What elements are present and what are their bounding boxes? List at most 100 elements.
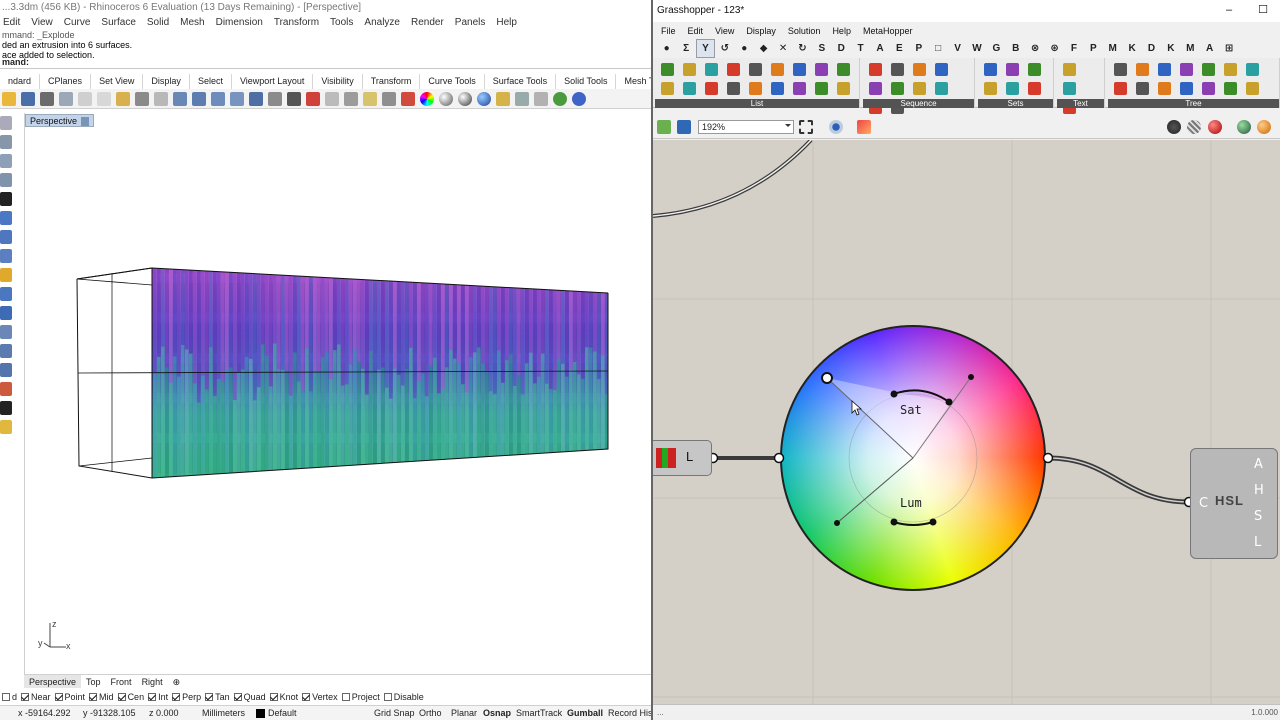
split-tool-icon[interactable] xyxy=(0,344,12,358)
toolbar-tab[interactable]: CPlanes xyxy=(40,74,92,89)
menu-transform[interactable]: Transform xyxy=(274,15,319,30)
render-sphere-icon[interactable] xyxy=(458,91,472,106)
menu-help[interactable]: Help xyxy=(496,15,517,30)
shaded-preview-icon[interactable] xyxy=(1208,120,1222,134)
osnap-checkbox[interactable] xyxy=(383,693,392,701)
component-icon[interactable] xyxy=(1006,82,1019,95)
gh-canvas[interactable]: Sat Lum L C HSL A H S L xyxy=(653,140,1280,704)
category-tab[interactable]: ◆ xyxy=(754,40,773,57)
menu-tools[interactable]: Tools xyxy=(330,15,353,30)
component-icon[interactable] xyxy=(1246,82,1259,95)
osnap-checkbox[interactable] xyxy=(172,693,181,701)
toolbar-tab[interactable]: Mesh Tools xyxy=(616,74,651,89)
component-icon[interactable] xyxy=(683,63,696,76)
toolbar-tab[interactable]: Visibility xyxy=(313,74,363,89)
category-tab[interactable]: D xyxy=(1142,40,1161,57)
component-icon[interactable] xyxy=(869,63,882,76)
menu-view[interactable]: View xyxy=(31,15,53,30)
pan-icon[interactable] xyxy=(154,91,168,106)
select-icon[interactable] xyxy=(534,91,548,106)
bulb-icon[interactable] xyxy=(363,91,377,106)
component-icon[interactable] xyxy=(705,63,718,76)
copy-icon[interactable] xyxy=(97,91,111,106)
viewport-layout-icon[interactable] xyxy=(287,91,301,106)
osnap-option[interactable]: Int xyxy=(148,691,168,704)
toolbar-tab[interactable]: Solid Tools xyxy=(556,74,617,89)
wheel-output-grip[interactable] xyxy=(1042,452,1054,464)
layer-swatch[interactable] xyxy=(256,709,265,718)
osnap-option[interactable]: d xyxy=(2,691,17,704)
grid-icon[interactable] xyxy=(344,91,358,106)
component-icon[interactable] xyxy=(1028,63,1041,76)
category-tab[interactable]: B xyxy=(1006,40,1025,57)
shaded-icon[interactable] xyxy=(401,91,415,106)
perspective-viewport[interactable] xyxy=(24,113,651,675)
component-icon[interactable] xyxy=(1006,63,1019,76)
panel-label[interactable]: Text xyxy=(1057,99,1104,108)
gh-menu-view[interactable]: View xyxy=(715,23,734,39)
osnap-checkbox[interactable] xyxy=(269,693,278,701)
component-icon[interactable] xyxy=(1158,82,1171,95)
component-icon[interactable] xyxy=(727,63,740,76)
trim-tool-icon[interactable] xyxy=(0,325,12,339)
gh-menu-solution[interactable]: Solution xyxy=(788,23,821,39)
component-icon[interactable] xyxy=(771,82,784,95)
print-icon[interactable] xyxy=(40,91,54,106)
circle-icon[interactable] xyxy=(0,154,12,168)
panel-label[interactable]: Sets xyxy=(978,99,1053,108)
component-icon[interactable] xyxy=(771,63,784,76)
component-icon[interactable] xyxy=(749,63,762,76)
gh-menu-display[interactable]: Display xyxy=(746,23,776,39)
dimension-tool-icon[interactable] xyxy=(0,382,12,396)
osnap-checkbox[interactable] xyxy=(302,693,311,701)
light-icon[interactable] xyxy=(325,91,339,106)
category-tab[interactable]: M xyxy=(1181,40,1200,57)
zoom-window-icon[interactable] xyxy=(211,91,225,106)
component-icon[interactable] xyxy=(837,63,850,76)
surface-tool-icon[interactable] xyxy=(0,268,12,282)
category-tab[interactable]: Σ xyxy=(676,40,695,57)
arc-icon[interactable] xyxy=(0,192,12,206)
component-icon[interactable] xyxy=(1136,63,1149,76)
component-icon[interactable] xyxy=(1114,63,1127,76)
category-tab[interactable]: ↻ xyxy=(793,40,812,57)
osnap-checkbox[interactable] xyxy=(21,693,30,701)
component-icon[interactable] xyxy=(661,63,674,76)
viewport-tab[interactable]: ⊕ xyxy=(168,675,186,688)
gh-menu-help[interactable]: Help xyxy=(832,23,851,39)
gh-menu-file[interactable]: File xyxy=(661,23,676,39)
layer-tool-icon[interactable] xyxy=(0,401,12,415)
category-tab[interactable]: ● xyxy=(657,40,676,57)
sphere-icon[interactable] xyxy=(439,91,453,106)
component-icon[interactable] xyxy=(869,82,882,95)
menu-surface[interactable]: Surface xyxy=(101,15,135,30)
sphere-tool-icon[interactable] xyxy=(0,230,12,244)
osnap-checkbox[interactable] xyxy=(89,693,98,701)
category-tab[interactable]: ● xyxy=(735,40,754,57)
hsl-deconstruct-component[interactable]: C HSL A H S L xyxy=(1190,448,1278,559)
zoom-selected-icon[interactable] xyxy=(249,91,263,106)
osnap-option[interactable]: Cen xyxy=(117,691,144,704)
category-tab[interactable]: G xyxy=(987,40,1006,57)
toolbar-tab[interactable]: Surface Tools xyxy=(485,74,557,89)
viewport-tab[interactable]: Perspective xyxy=(24,675,82,688)
osnap-option[interactable]: Vertex xyxy=(302,691,338,704)
menu-dimension[interactable]: Dimension xyxy=(216,15,263,30)
category-tab[interactable]: ⊗ xyxy=(1025,40,1044,57)
viewport-tab[interactable]: Right xyxy=(137,675,168,688)
component-icon[interactable] xyxy=(1180,82,1193,95)
component-icon[interactable] xyxy=(1224,82,1237,95)
gumball-icon[interactable] xyxy=(515,91,529,106)
component-icon[interactable] xyxy=(1224,63,1237,76)
gh-menu-edit[interactable]: Edit xyxy=(688,23,704,39)
polyline-icon[interactable] xyxy=(0,135,12,149)
osnap-checkbox[interactable] xyxy=(54,693,63,701)
osnap-option[interactable]: Mid xyxy=(89,691,114,704)
category-tab[interactable]: A xyxy=(870,40,889,57)
component-icon[interactable] xyxy=(891,82,904,95)
component-icon[interactable] xyxy=(891,63,904,76)
osnap-option[interactable]: Disable xyxy=(383,691,424,704)
paste-icon[interactable] xyxy=(116,91,130,106)
component-icon[interactable] xyxy=(984,82,997,95)
category-tab[interactable]: E xyxy=(890,40,909,57)
